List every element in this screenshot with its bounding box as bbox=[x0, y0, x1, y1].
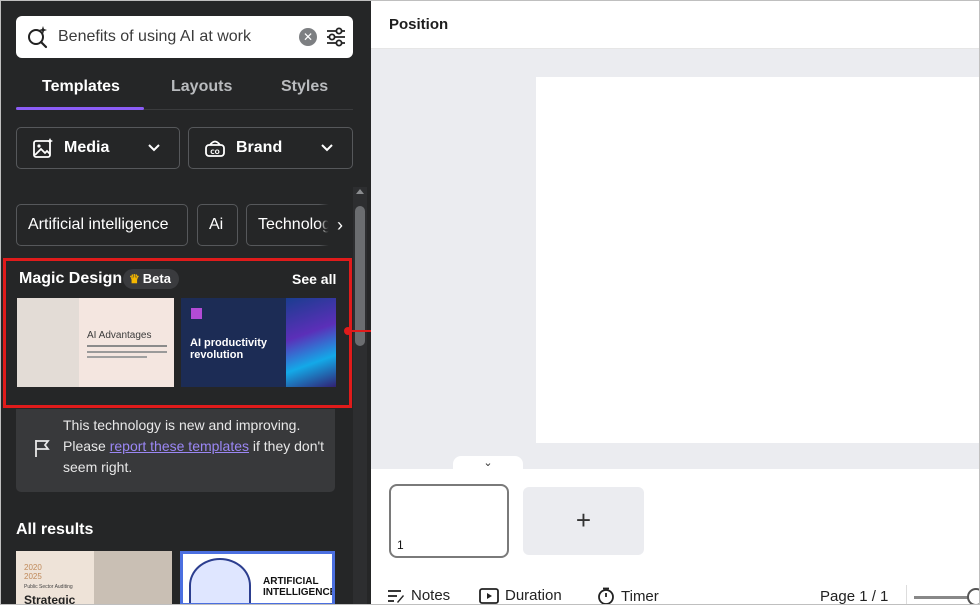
scroll-up-icon[interactable] bbox=[356, 189, 364, 194]
active-tab-indicator bbox=[16, 107, 144, 110]
chevron-down-icon bbox=[148, 144, 160, 152]
thumb-title: AI productivity revolution bbox=[190, 337, 268, 361]
thumb-title: Strategic bbox=[24, 593, 76, 605]
see-all-link[interactable]: See all bbox=[292, 271, 336, 287]
brand-kit-icon: CO bbox=[205, 140, 225, 157]
add-page-button[interactable]: + bbox=[523, 487, 644, 555]
tab-templates[interactable]: Templates bbox=[42, 78, 120, 96]
filter-sliders-icon[interactable] bbox=[325, 26, 347, 48]
thumb-subtitle: Public Sector Auditing bbox=[24, 584, 73, 590]
canvas-area bbox=[371, 49, 979, 469]
clear-search-icon[interactable]: ✕ bbox=[299, 28, 317, 46]
templates-panel: ✕ Templates Layouts Styles Me bbox=[1, 1, 371, 605]
crown-icon: ♛ bbox=[129, 272, 140, 286]
duration-button[interactable]: Duration bbox=[479, 587, 562, 604]
thumb-years: 2020 2025 bbox=[24, 563, 42, 581]
beta-label: Beta bbox=[142, 271, 171, 286]
brand-label: Brand bbox=[236, 139, 283, 156]
thumb-title: AI Advantages bbox=[87, 330, 152, 341]
brand-dropdown[interactable]: CO Brand bbox=[188, 127, 353, 169]
report-templates-link[interactable]: report these templates bbox=[110, 438, 249, 454]
panel-tabs: Templates Layouts Styles bbox=[16, 73, 353, 110]
beta-badge: ♛ Beta bbox=[123, 269, 179, 289]
notes-label: Notes bbox=[411, 587, 451, 604]
chevron-down-icon bbox=[321, 144, 333, 152]
search-box[interactable]: ✕ bbox=[16, 16, 353, 58]
search-input[interactable] bbox=[58, 24, 278, 50]
stopwatch-icon bbox=[598, 587, 614, 604]
chip-ai[interactable]: Ai bbox=[197, 204, 238, 246]
callout-dot bbox=[344, 327, 352, 335]
notes-icon bbox=[388, 589, 404, 603]
notice-text: This technology is new and improving. Pl… bbox=[63, 415, 328, 478]
magic-search-icon bbox=[28, 26, 48, 49]
thumb-text-lines bbox=[87, 356, 147, 358]
result-thumb-strategic[interactable]: 2020 2025 Public Sector Auditing Strateg… bbox=[16, 551, 172, 605]
page-number: 1 bbox=[397, 538, 404, 552]
template-thumb-ai-productivity[interactable]: AI productivity revolution bbox=[181, 298, 336, 387]
robot-illustration bbox=[189, 558, 251, 603]
timer-label: Timer bbox=[621, 587, 659, 605]
magic-design-title: Magic Design bbox=[19, 270, 123, 287]
media-label: Media bbox=[64, 139, 110, 156]
tab-styles[interactable]: Styles bbox=[281, 78, 328, 96]
all-results-heading: All results bbox=[16, 521, 94, 538]
thumb-photo bbox=[17, 298, 79, 387]
thumb-text-lines bbox=[87, 345, 167, 353]
flag-icon bbox=[35, 440, 50, 457]
thumb-title: ARTIFICIAL INTELLIGENCE bbox=[263, 576, 335, 598]
footer-bar: Notes Duration Timer Page 1 / 1 bbox=[371, 581, 979, 605]
play-duration-icon bbox=[479, 587, 499, 604]
chevron-down-icon: ⌄ bbox=[483, 457, 493, 469]
media-dropdown[interactable]: Media bbox=[16, 127, 180, 169]
zoom-slider-knob[interactable] bbox=[967, 588, 979, 604]
zoom-slider[interactable] bbox=[914, 596, 974, 599]
position-button[interactable]: Position bbox=[389, 16, 448, 33]
page-thumbnail[interactable]: 1 bbox=[389, 484, 509, 558]
page-indicator[interactable]: Page 1 / 1 bbox=[820, 588, 888, 604]
page-strip: 1 + bbox=[371, 469, 979, 581]
thumb-accent-square bbox=[191, 308, 202, 319]
thumb-circuit-image bbox=[286, 298, 336, 387]
chip-artificial-intelligence[interactable]: Artificial intelligence bbox=[16, 204, 188, 246]
template-thumb-ai-advantages[interactable]: AI Advantages bbox=[17, 298, 174, 387]
magic-design-section: Magic Design ♛ Beta See all AI Advantages… bbox=[3, 258, 352, 408]
timer-button[interactable]: Timer bbox=[597, 587, 659, 605]
svg-text:CO: CO bbox=[210, 149, 220, 156]
result-thumb-artificial-intelligence[interactable]: ARTIFICIAL INTELLIGENCE bbox=[180, 551, 335, 604]
thumb-photo bbox=[94, 551, 172, 604]
media-image-icon bbox=[33, 138, 53, 158]
chips-scroll-right-icon[interactable]: › bbox=[319, 204, 343, 246]
notes-button[interactable]: Notes bbox=[387, 587, 450, 604]
duration-label: Duration bbox=[505, 587, 562, 604]
tab-layouts[interactable]: Layouts bbox=[171, 78, 232, 96]
design-page[interactable] bbox=[536, 77, 979, 443]
ai-notice: This technology is new and improving. Pl… bbox=[16, 409, 335, 492]
footer-divider bbox=[906, 585, 907, 604]
editor-topbar: Position bbox=[371, 1, 979, 49]
panel-scroll-thumb[interactable] bbox=[355, 206, 365, 346]
app-window: ✕ Templates Layouts Styles Me bbox=[0, 0, 980, 605]
